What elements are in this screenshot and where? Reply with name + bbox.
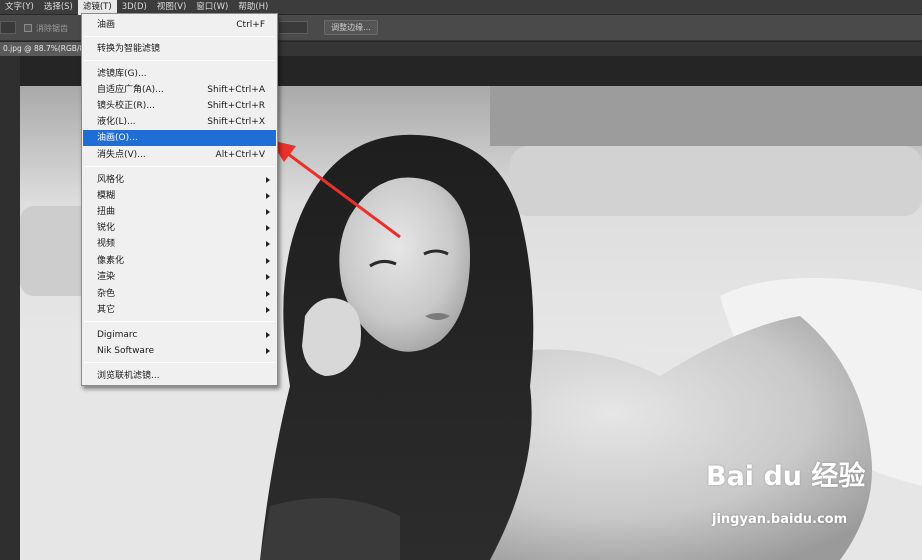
- sharpen-submenu[interactable]: 锐化: [83, 220, 276, 236]
- blur-submenu[interactable]: 模糊: [83, 188, 276, 204]
- last-filter-item[interactable]: 油画 Ctrl+F: [83, 17, 276, 33]
- photoshop-window: 文字(Y) 选择(S) 滤镜(T) 3D(D) 视图(V) 窗口(W) 帮助(H…: [0, 0, 922, 560]
- render-submenu[interactable]: 渲染: [83, 269, 276, 285]
- menu-separator: [84, 166, 275, 167]
- nik-software-submenu[interactable]: Nik Software: [83, 343, 276, 359]
- other-submenu[interactable]: 其它: [83, 302, 276, 318]
- submenu-arrow-icon: [266, 332, 270, 338]
- baidu-watermark: Bai du 经验 jingyan.baidu.com: [706, 461, 866, 528]
- filter-gallery-item[interactable]: 滤镜库(G)...: [83, 66, 276, 82]
- submenu-arrow-icon: [266, 209, 270, 215]
- submenu-arrow-icon: [266, 307, 270, 313]
- submenu-arrow-icon: [266, 241, 270, 247]
- submenu-arrow-icon: [266, 258, 270, 264]
- watermark-url: jingyan.baidu.com: [712, 512, 848, 527]
- submenu-arrow-icon: [266, 177, 270, 183]
- menu-separator: [84, 362, 275, 363]
- liquify-item[interactable]: 液化(L)... Shift+Ctrl+X: [83, 114, 276, 130]
- distort-submenu[interactable]: 扭曲: [83, 204, 276, 220]
- browse-online-filters-item[interactable]: 浏览联机滤镜...: [83, 368, 276, 384]
- vanishing-point-item[interactable]: 消失点(V)... Alt+Ctrl+V: [83, 147, 276, 163]
- pixelate-submenu[interactable]: 像素化: [83, 253, 276, 269]
- submenu-arrow-icon: [266, 348, 270, 354]
- stylize-submenu[interactable]: 风格化: [83, 172, 276, 188]
- adaptive-wide-angle-item[interactable]: 自适应广角(A)... Shift+Ctrl+A: [83, 82, 276, 98]
- submenu-arrow-icon: [266, 291, 270, 297]
- video-submenu[interactable]: 视频: [83, 236, 276, 252]
- menu-separator: [84, 321, 275, 322]
- oil-paint-item[interactable]: 油画(O)...: [83, 130, 276, 146]
- convert-smart-filter-item[interactable]: 转换为智能滤镜: [83, 41, 276, 57]
- menu-separator: [84, 60, 275, 61]
- digimarc-submenu[interactable]: Digimarc: [83, 327, 276, 343]
- submenu-arrow-icon: [266, 193, 270, 199]
- submenu-arrow-icon: [266, 274, 270, 280]
- baidu-logo: Bai du 经验: [706, 461, 866, 492]
- filter-menu: 油画 Ctrl+F 转换为智能滤镜 滤镜库(G)... 自适应广角(A)... …: [81, 13, 278, 386]
- menu-separator: [84, 36, 275, 37]
- lens-correction-item[interactable]: 镜头校正(R)... Shift+Ctrl+R: [83, 98, 276, 114]
- noise-submenu[interactable]: 杂色: [83, 286, 276, 302]
- submenu-arrow-icon: [266, 225, 270, 231]
